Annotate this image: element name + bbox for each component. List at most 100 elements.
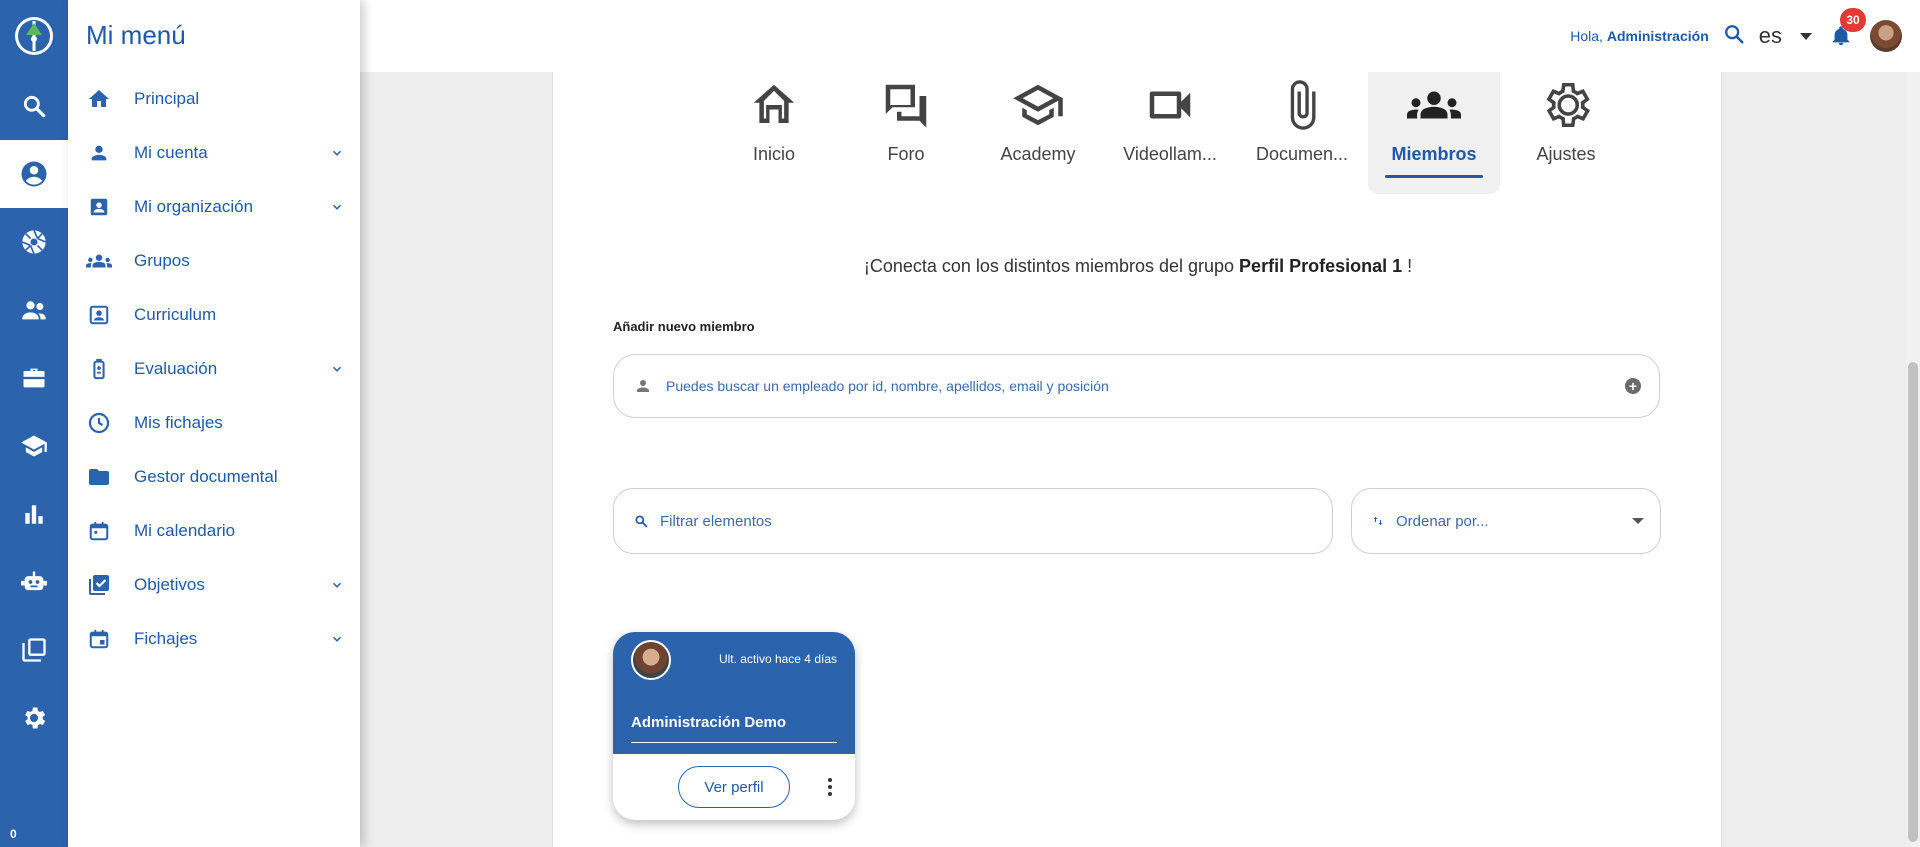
rail-bot[interactable]	[0, 548, 68, 616]
briefcase-icon	[23, 368, 45, 388]
account-circle-icon	[21, 161, 47, 187]
search-icon	[635, 515, 648, 528]
calendar-icon	[86, 518, 112, 544]
tab-foro[interactable]: Foro	[840, 72, 972, 194]
library-icon	[22, 638, 46, 662]
active-tab-indicator	[1385, 175, 1483, 178]
evaluation-icon	[86, 356, 112, 382]
menu-item-mis-fichajes[interactable]: Mis fichajes	[68, 396, 360, 450]
member-card-header: Ult. activo hace 4 días Administración D…	[613, 632, 855, 754]
menu-item-objetivos[interactable]: Objetivos	[68, 558, 360, 612]
greeting-text: Hola,	[1570, 28, 1603, 44]
rail-academy[interactable]	[0, 412, 68, 480]
groups-icon	[1407, 91, 1461, 119]
menu-item-gestor-documental[interactable]: Gestor documental	[68, 450, 360, 504]
sort-select[interactable]: Ordenar por...	[1351, 488, 1661, 554]
sort-icon	[1373, 517, 1383, 525]
settings-icon	[1546, 82, 1590, 128]
tab-miembros[interactable]: Miembros	[1368, 72, 1500, 194]
language-selector[interactable]: es	[1759, 23, 1812, 49]
chevron-down-icon	[332, 150, 342, 156]
menu-item-curriculum[interactable]: Curriculum	[68, 288, 360, 342]
person-icon	[86, 140, 112, 166]
aperture-icon	[22, 230, 46, 254]
tab-academy[interactable]: Academy	[972, 72, 1104, 194]
filter-input[interactable]: Filtrar elementos	[613, 488, 1333, 554]
tab-inicio[interactable]: Inicio	[708, 72, 840, 194]
add-circle-icon[interactable]: +	[1625, 378, 1641, 394]
attachment-icon	[1290, 80, 1316, 130]
forum-icon	[885, 84, 927, 128]
menu-item-evaluacion[interactable]: Evaluación	[68, 342, 360, 396]
tab-label: Documen...	[1255, 144, 1349, 164]
member-card: Ult. activo hace 4 días Administración D…	[613, 632, 855, 820]
notifications-badge: 30	[1840, 8, 1866, 32]
chevron-down-icon	[1800, 32, 1812, 40]
member-last-active: Ult. activo hace 4 días	[718, 652, 837, 666]
intro-suffix: !	[1407, 256, 1413, 276]
tab-label: Miembros	[1391, 144, 1477, 164]
rail-library[interactable]	[0, 616, 68, 684]
rail-counter: 0	[10, 827, 17, 841]
school-icon	[1013, 84, 1063, 126]
filter-placeholder: Filtrar elementos	[660, 512, 772, 530]
portrait-icon	[86, 302, 112, 328]
menu-item-principal[interactable]: Principal	[68, 72, 360, 126]
rail-people[interactable]	[0, 276, 68, 344]
intro-prefix: ¡Conecta con los distintos miembros del …	[863, 256, 1235, 276]
avatar[interactable]	[631, 640, 671, 680]
member-name: Administración Demo	[631, 714, 787, 731]
greeting: Hola, Administración	[1570, 28, 1708, 44]
group-name: Perfil Profesional 1	[1239, 256, 1403, 276]
rail-work[interactable]	[0, 344, 68, 412]
scrollbar-thumb[interactable]	[1908, 362, 1918, 842]
view-profile-button[interactable]: Ver perfil	[678, 766, 790, 808]
tab-ajustes[interactable]: Ajustes	[1500, 72, 1632, 194]
robot-icon	[21, 571, 47, 591]
rail-settings[interactable]	[0, 684, 68, 752]
tab-documentos[interactable]: Documen...	[1236, 72, 1368, 194]
rail-search[interactable]	[0, 72, 68, 140]
menu-item-mi-calendario[interactable]: Mi calendario	[68, 504, 360, 558]
checklist-icon	[86, 572, 112, 598]
menu-item-label: Fichajes	[134, 629, 198, 648]
language-value: es	[1758, 23, 1782, 48]
user-avatar[interactable]	[1870, 20, 1902, 52]
tab-label: Ajustes	[1536, 144, 1596, 164]
tab-label: Foro	[887, 144, 925, 164]
icon-rail: 0	[0, 0, 68, 847]
greeting-user[interactable]: Administración	[1607, 28, 1709, 44]
menu-title: Mi menú	[86, 20, 186, 50]
chevron-down-icon	[1632, 518, 1644, 524]
chevron-down-icon	[332, 636, 342, 642]
videocam-icon	[1149, 91, 1191, 119]
menu-item-mi-organizacion[interactable]: Mi organización	[68, 180, 360, 234]
scrollbar[interactable]	[1906, 72, 1920, 847]
tab-label: Academy	[1000, 144, 1076, 164]
event-icon	[86, 626, 112, 652]
tab-label: Inicio	[752, 144, 796, 164]
contact-card-icon	[86, 194, 112, 220]
member-card-footer: Ver perfil	[613, 754, 855, 820]
chevron-down-icon	[332, 366, 342, 372]
person-icon	[637, 380, 649, 392]
app-logo[interactable]	[0, 0, 68, 72]
add-member-input[interactable]: Puedes buscar un empleado por id, nombre…	[613, 354, 1660, 418]
menu-list: Principal Mi cuenta Mi organización Grup…	[68, 72, 360, 666]
menu-item-label: Curriculum	[134, 305, 217, 324]
more-options-icon[interactable]	[827, 778, 833, 796]
rail-account[interactable]	[0, 140, 68, 208]
menu-item-grupos[interactable]: Grupos	[68, 234, 360, 288]
home-icon	[86, 86, 112, 112]
add-member-label: Añadir nuevo miembro	[613, 319, 755, 334]
tab-videollamadas[interactable]: Videollam...	[1104, 72, 1236, 194]
top-bar-actions: Hola, Administración es 30	[1570, 0, 1902, 72]
menu-item-fichajes[interactable]: Fichajes	[68, 612, 360, 666]
notifications-button[interactable]: 30	[1826, 8, 1866, 51]
tab-label: Videollam...	[1123, 144, 1217, 164]
rail-camera[interactable]	[0, 208, 68, 276]
folder-icon	[86, 464, 112, 490]
menu-item-mi-cuenta[interactable]: Mi cuenta	[68, 126, 360, 180]
rail-stats[interactable]	[0, 480, 68, 548]
search-icon[interactable]	[1723, 23, 1745, 50]
